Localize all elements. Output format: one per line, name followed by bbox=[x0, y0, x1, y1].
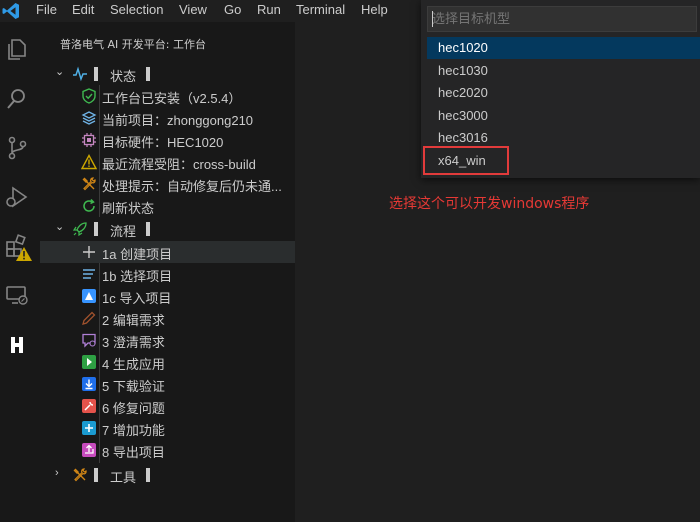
quick-pick-item-hec2020[interactable]: hec2020 bbox=[427, 82, 700, 104]
flow-item-label: 1b 选择项目 bbox=[102, 269, 173, 284]
explorer-icon[interactable] bbox=[4, 36, 30, 62]
flow-item-import-project[interactable]: 1c 导入项目 bbox=[40, 285, 295, 307]
status-item-refresh[interactable]: 刷新状态 bbox=[40, 195, 295, 217]
flow-item-label: 6 修复问题 bbox=[102, 401, 165, 416]
status-item-label: 刷新状态 bbox=[102, 201, 155, 216]
quick-pick-item-label: hec2020 bbox=[438, 85, 488, 100]
flow-item-export-project[interactable]: 8 导出项目 bbox=[40, 439, 295, 461]
annotation-text: 选择这个可以开发windows程序 bbox=[389, 196, 590, 212]
flow-item-edit-requirement[interactable]: 2 编辑需求 bbox=[40, 307, 295, 329]
status-item-installed[interactable]: 工作台已安装（v2.5.4） bbox=[40, 85, 295, 107]
section-flow-label: 流程 bbox=[110, 224, 137, 239]
section-marker bbox=[146, 468, 150, 482]
project-icon bbox=[81, 111, 97, 125]
flow-item-label: 2 编辑需求 bbox=[102, 313, 165, 328]
activity-bar bbox=[0, 22, 40, 522]
search-icon[interactable] bbox=[4, 86, 30, 112]
run-debug-icon[interactable] bbox=[4, 184, 30, 210]
status-item-label: 当前项目：zhonggong210 bbox=[102, 113, 254, 128]
flow-item-label: 1c 导入项目 bbox=[102, 291, 172, 306]
extensions-warning-badge-icon bbox=[16, 247, 32, 261]
section-marker bbox=[94, 468, 98, 482]
pulse-icon bbox=[73, 66, 87, 82]
flow-item-generate-app[interactable]: 4 生成应用 bbox=[40, 351, 295, 373]
section-tools-label: 工具 bbox=[110, 470, 137, 485]
flow-item-add-feature[interactable]: 7 增加功能 bbox=[40, 417, 295, 439]
menu-go[interactable]: Go bbox=[224, 2, 241, 17]
annotation-highlight-box bbox=[423, 146, 509, 175]
flow-item-label: 4 生成应用 bbox=[102, 357, 165, 372]
quick-pick-item-label: hec1020 bbox=[438, 40, 488, 55]
warning-icon bbox=[81, 154, 97, 170]
section-status-label: 状态 bbox=[110, 69, 137, 84]
quick-pick-item-label: hec3016 bbox=[438, 130, 488, 145]
section-marker bbox=[94, 67, 98, 81]
section-marker bbox=[146, 67, 150, 81]
quick-pick-input-box[interactable] bbox=[427, 6, 697, 32]
flow-item-label: 3 澄清需求 bbox=[102, 335, 165, 350]
rocket-icon bbox=[72, 222, 87, 237]
section-marker bbox=[94, 222, 98, 236]
text-cursor bbox=[432, 11, 433, 27]
wrench-icon bbox=[82, 399, 96, 413]
menu-file[interactable]: File bbox=[36, 2, 57, 17]
tools-icon bbox=[73, 468, 87, 482]
status-item-project[interactable]: 当前项目：zhonggong210 bbox=[40, 107, 295, 129]
flow-item-label: 8 导出项目 bbox=[102, 445, 165, 460]
status-item-hardware[interactable]: 目标硬件：HEC1020 bbox=[40, 129, 295, 151]
hec-platform-icon[interactable] bbox=[4, 332, 30, 358]
status-item-label: 工作台已安装（v2.5.4） bbox=[102, 91, 242, 106]
list-icon bbox=[83, 269, 95, 279]
quick-pick-item-label: hec1030 bbox=[438, 63, 488, 78]
menu-help[interactable]: Help bbox=[361, 2, 388, 17]
section-tools-header[interactable]: › 工具 bbox=[40, 464, 295, 486]
menu-selection[interactable]: Selection bbox=[110, 2, 163, 17]
quick-pick-item-hec1020[interactable]: hec1020 bbox=[427, 37, 700, 59]
flow-item-label: 5 下载验证 bbox=[102, 379, 165, 394]
chip-icon bbox=[82, 133, 96, 147]
flow-item-label: 1a 创建项目 bbox=[102, 247, 173, 262]
comment-icon bbox=[82, 333, 96, 348]
flow-item-clarify-requirement[interactable]: 3 澄清需求 bbox=[40, 329, 295, 351]
menu-edit[interactable]: Edit bbox=[72, 2, 94, 17]
section-marker bbox=[146, 222, 150, 236]
flow-item-select-project[interactable]: 1b 选择项目 bbox=[40, 263, 295, 285]
chevron-down-icon: ⌄ bbox=[55, 221, 65, 233]
flow-item-fix-issue[interactable]: 6 修复问题 bbox=[40, 395, 295, 417]
section-status-header[interactable]: ⌄ 状态 bbox=[40, 63, 295, 85]
status-item-hint[interactable]: 处理提示：自动修复后仍未通... bbox=[40, 173, 295, 195]
quick-pick-item-hec3000[interactable]: hec3000 bbox=[427, 105, 700, 127]
chevron-down-icon: ⌄ bbox=[55, 66, 65, 78]
flow-item-create-project[interactable]: 1a 创建项目 bbox=[40, 241, 295, 263]
shield-check-icon bbox=[82, 88, 96, 104]
remote-explorer-icon[interactable] bbox=[4, 282, 30, 308]
export-icon bbox=[82, 443, 96, 457]
chevron-right-icon: › bbox=[55, 467, 59, 479]
menu-run[interactable]: Run bbox=[257, 2, 281, 17]
menu-view[interactable]: View bbox=[179, 2, 207, 17]
status-item-blocked[interactable]: 最近流程受阻：cross-build bbox=[40, 151, 295, 173]
quick-pick-item-label: hec3000 bbox=[438, 108, 488, 123]
status-item-label: 目标硬件：HEC1020 bbox=[102, 135, 224, 150]
import-icon bbox=[82, 289, 96, 303]
flow-item-label: 7 增加功能 bbox=[102, 423, 165, 438]
tools-icon bbox=[82, 177, 96, 191]
status-item-label: 处理提示：自动修复后仍未通... bbox=[102, 179, 282, 194]
plus-icon bbox=[83, 246, 95, 258]
section-flow-header[interactable]: ⌄ 流程 bbox=[40, 218, 295, 240]
refresh-icon bbox=[83, 198, 95, 212]
vscode-logo-icon bbox=[2, 3, 19, 19]
flow-item-download-verify[interactable]: 5 下载验证 bbox=[40, 373, 295, 395]
download-icon bbox=[82, 377, 96, 391]
source-control-icon[interactable] bbox=[4, 135, 30, 161]
quick-pick-item-hec1030[interactable]: hec1030 bbox=[427, 60, 700, 82]
pencil-icon bbox=[82, 311, 96, 325]
menu-terminal[interactable]: Terminal bbox=[296, 2, 345, 17]
play-icon bbox=[82, 355, 96, 369]
status-item-label: 最近流程受阻：cross-build bbox=[102, 157, 256, 172]
target-model-input[interactable] bbox=[432, 10, 687, 28]
sidebar: 普洛电气 AI 开发平台: 工作台 ⌄ 状态 工作台已安装（v2.5.4） 当前… bbox=[40, 22, 295, 522]
add-feature-icon bbox=[82, 421, 96, 435]
sidebar-title: 普洛电气 AI 开发平台: 工作台 bbox=[60, 38, 206, 51]
